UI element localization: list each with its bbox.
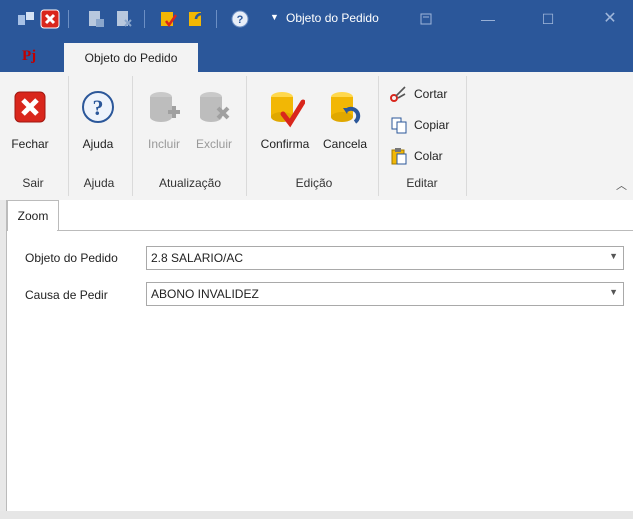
- confirm-icon[interactable]: [158, 9, 178, 29]
- collapse-ribbon-icon[interactable]: ︿: [616, 177, 627, 193]
- ajuda-button[interactable]: ? Ajuda: [76, 88, 120, 168]
- objeto-do-pedido-label: Objeto do Pedido: [25, 251, 118, 265]
- content-panel: Zoom Objeto do Pedido 2.8 SALARIO/AC ▼ C…: [6, 200, 633, 512]
- fechar-button[interactable]: Fechar: [8, 88, 52, 168]
- group-label-ajuda: Ajuda: [83, 176, 115, 190]
- incluir-button[interactable]: Incluir: [140, 88, 188, 168]
- database-add-icon: [150, 92, 180, 122]
- svg-text:?: ?: [93, 95, 104, 120]
- group-label-editar: Editar: [406, 176, 438, 190]
- group-label-edicao: Edição: [295, 176, 333, 190]
- causa-de-pedir-label: Causa de Pedir: [25, 288, 108, 302]
- confirma-button[interactable]: Confirma: [256, 88, 314, 168]
- minimize-icon[interactable]: —: [476, 8, 500, 30]
- copiar-label: Copiar: [414, 118, 450, 132]
- incluir-label: Incluir: [147, 137, 180, 151]
- database-cancel-icon: [331, 92, 361, 124]
- document-add-icon[interactable]: [86, 9, 106, 29]
- restore-icon[interactable]: [414, 8, 438, 30]
- maximize-icon[interactable]: ☐: [536, 8, 560, 30]
- document-remove-icon[interactable]: [114, 9, 134, 29]
- group-label-atualizacao: Atualização: [158, 176, 222, 190]
- confirma-label: Confirma: [260, 137, 310, 151]
- tab-objeto-do-pedido[interactable]: Objeto do Pedido: [64, 43, 198, 73]
- database-remove-icon: [200, 92, 230, 122]
- window-icon[interactable]: [16, 9, 36, 29]
- causa-de-pedir-select[interactable]: ABONO INVALIDEZ ▼: [146, 282, 624, 306]
- cancel-icon[interactable]: [186, 9, 206, 29]
- objeto-do-pedido-value: 2.8 SALARIO/AC: [151, 251, 244, 265]
- paste-icon: [391, 148, 407, 165]
- group-label-sair: Sair: [22, 176, 44, 190]
- chevron-down-icon[interactable]: ▼: [609, 287, 618, 297]
- window-title: Objeto do Pedido: [286, 11, 379, 25]
- close-icon[interactable]: ✕: [598, 8, 622, 30]
- status-bar: [0, 511, 633, 519]
- app-logo[interactable]: Pj: [22, 48, 36, 65]
- customize-quick-access-icon[interactable]: ▼: [270, 12, 279, 22]
- title-bar: ? ▼ Objeto do Pedido — ☐ ✕: [0, 0, 633, 40]
- chevron-down-icon[interactable]: ▼: [609, 251, 618, 261]
- svg-text:?: ?: [237, 14, 244, 26]
- help-icon: ?: [82, 91, 114, 123]
- close-red-icon[interactable]: [40, 9, 60, 29]
- cancela-label: Cancela: [322, 137, 368, 151]
- cortar-label: Cortar: [414, 87, 448, 101]
- causa-de-pedir-value: ABONO INVALIDEZ: [151, 287, 259, 301]
- tab-zoom[interactable]: Zoom: [7, 200, 59, 231]
- cancela-button[interactable]: Cancela: [320, 88, 370, 168]
- help-icon[interactable]: ?: [230, 9, 250, 29]
- colar-label: Colar: [414, 149, 443, 163]
- fechar-label: Fechar: [11, 137, 49, 151]
- close-red-icon: [14, 91, 46, 123]
- ajuda-label: Ajuda: [82, 137, 114, 151]
- scissors-icon: [390, 86, 406, 102]
- objeto-do-pedido-select[interactable]: 2.8 SALARIO/AC ▼: [146, 246, 624, 270]
- database-confirm-icon: [271, 92, 306, 128]
- excluir-button[interactable]: Excluir: [192, 88, 236, 168]
- copy-icon: [391, 117, 407, 134]
- ribbon: Fechar Sair ? Ajuda Ajuda Incluir Exclui…: [0, 72, 633, 201]
- excluir-label: Excluir: [195, 137, 232, 151]
